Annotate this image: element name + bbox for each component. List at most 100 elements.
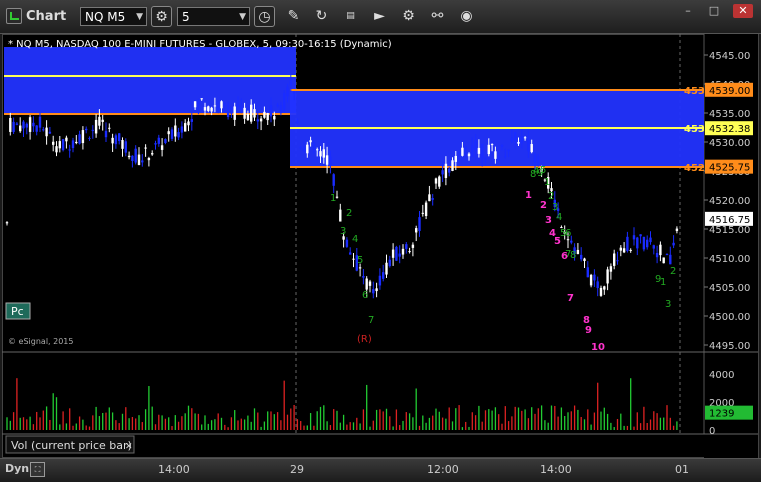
candle-body <box>395 246 398 261</box>
countdown-count: 9 <box>585 325 592 336</box>
candle-body <box>467 153 471 157</box>
candle-body <box>276 104 279 107</box>
candle-body <box>296 121 299 123</box>
candle-body <box>68 149 71 151</box>
volume-tag-text: 1239 <box>709 409 734 420</box>
candle-body <box>137 154 141 166</box>
candle-body <box>675 228 679 231</box>
candle-body <box>203 107 207 111</box>
candle-body <box>629 249 632 251</box>
candle-body <box>71 140 75 149</box>
close-icon[interactable]: ✕ <box>125 442 133 452</box>
candle-body <box>141 160 144 163</box>
candle-body <box>639 234 642 237</box>
x-tick: 14:00 <box>158 463 190 476</box>
candle-body <box>649 237 652 243</box>
candle-body <box>164 139 167 143</box>
setup-count: 6 <box>362 290 368 301</box>
candle-body <box>362 276 365 278</box>
candle-body <box>385 262 388 275</box>
candle-body <box>306 144 309 154</box>
candle-body <box>504 155 507 157</box>
candle-body <box>217 107 220 112</box>
candle-body <box>180 126 184 133</box>
candle-body <box>527 138 530 152</box>
candle-body <box>187 121 190 126</box>
candle-body <box>517 141 520 144</box>
setup-count: 4 <box>352 234 358 245</box>
candle-body <box>382 272 385 279</box>
candle-body <box>451 160 454 171</box>
zone-edge-label: 453 <box>684 124 705 135</box>
candle-body <box>19 125 22 132</box>
candle-body <box>494 151 497 159</box>
candle-body <box>583 258 586 262</box>
candle-body <box>144 147 147 149</box>
candle-body <box>415 228 418 233</box>
setup-count: 8 <box>570 250 576 261</box>
x-tick: 01 <box>675 463 689 476</box>
reversal-label: (R) <box>357 334 372 345</box>
x-tick: 29 <box>290 463 304 476</box>
candle-body <box>226 105 230 118</box>
candle-body <box>157 137 160 144</box>
candle-body <box>659 244 662 256</box>
candle-body <box>210 107 213 112</box>
candle-body <box>253 109 256 118</box>
dynamic-mode[interactable]: Dyn <box>5 462 29 475</box>
candle-body <box>461 147 464 156</box>
price-tag-text: 4516.75 <box>709 215 750 226</box>
candle-body <box>147 157 151 161</box>
candle-body <box>108 127 111 129</box>
candle-body <box>514 132 517 142</box>
setup-count: 2 <box>346 208 352 219</box>
candle-body <box>358 267 362 269</box>
candle-body <box>190 119 193 122</box>
candle-body <box>580 254 583 260</box>
lock-icon[interactable]: ⛶ <box>30 462 45 477</box>
candle-body <box>378 275 382 286</box>
candle-body <box>177 132 180 138</box>
candle-body <box>273 116 276 120</box>
price-tag-text: 4532.38 <box>709 124 750 135</box>
candle-body <box>28 117 32 132</box>
candle-body <box>61 139 65 151</box>
countdown-count: 5 <box>554 236 561 247</box>
candle-body <box>490 144 494 146</box>
candle-body <box>471 144 474 157</box>
candle-body <box>160 145 164 150</box>
candle-body <box>85 128 88 131</box>
candle-body <box>289 80 292 86</box>
candle-body <box>622 248 626 253</box>
setup-count: 2 <box>670 266 676 277</box>
candle-body <box>537 155 540 165</box>
countdown-count: 10 <box>591 342 605 353</box>
candle-body <box>309 140 312 143</box>
setup-count: 1 <box>660 277 666 288</box>
candle-body <box>352 258 355 260</box>
price-chart[interactable]: 12345678 91234567891234 512345678910(R) 45… <box>0 0 761 481</box>
candle-body <box>464 147 467 150</box>
candle-body <box>332 174 335 186</box>
candle-body <box>299 146 302 149</box>
candle-body <box>312 142 316 150</box>
candle-body <box>566 239 570 241</box>
candle-body <box>339 209 342 222</box>
y-tick: 4515.00 <box>709 225 750 236</box>
candle-body <box>603 286 606 290</box>
candle-body <box>444 163 448 179</box>
candle-body <box>418 217 421 232</box>
candle-body <box>170 129 174 139</box>
candle-body <box>58 141 61 149</box>
setup-count: 2 <box>548 191 554 202</box>
x-tick: 14:00 <box>540 463 572 476</box>
candle-body <box>655 252 659 258</box>
candle-body <box>497 155 500 161</box>
countdown-count: 1 <box>525 190 532 201</box>
volume-bars <box>6 378 678 430</box>
candle-body <box>286 86 289 97</box>
y-tick: 4535.00 <box>709 109 750 120</box>
candle-body <box>213 105 217 107</box>
candle-body <box>35 125 38 132</box>
candle-body <box>391 249 395 258</box>
